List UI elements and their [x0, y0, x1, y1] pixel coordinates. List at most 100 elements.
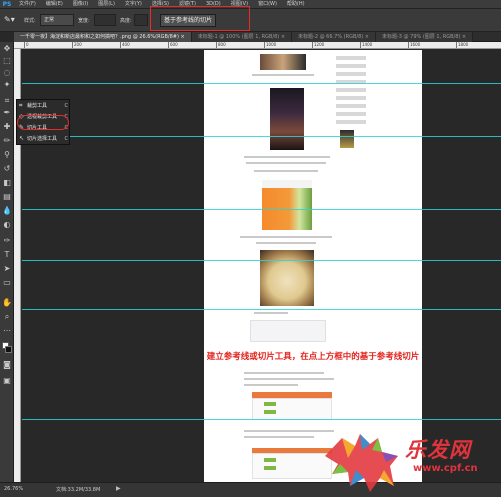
flyout-item-shortcut: C — [64, 103, 69, 109]
background-color-swatch[interactable] — [5, 346, 12, 353]
status-menu-arrow-icon[interactable]: ▶ — [116, 485, 121, 492]
text-line — [254, 312, 288, 314]
lasso-tool-icon[interactable]: ◌ — [2, 68, 12, 78]
gradient-tool-icon[interactable]: ▤ — [2, 192, 12, 202]
eraser-tool-icon[interactable]: ◧ — [2, 178, 12, 188]
sidebar-block — [336, 120, 366, 124]
sidebar-image — [340, 130, 354, 148]
watermark-url: www.cpf.cn — [413, 463, 478, 474]
crop-tool-icon[interactable]: ⌗ — [2, 96, 12, 106]
product-thumbnail-image — [260, 54, 306, 70]
canvas-area[interactable]: 建立参考线或切片工具，在点上方框中的基于参考线切片 — [22, 50, 501, 482]
brush-tool-icon[interactable]: ✏ — [2, 136, 12, 146]
guide-line[interactable] — [22, 209, 501, 210]
move-tool-icon[interactable]: ✥ — [2, 44, 12, 54]
pen-tool-icon[interactable]: ✑ — [2, 236, 12, 246]
guide-button-highlight — [150, 6, 250, 31]
menu-help[interactable]: 帮助(H) — [282, 0, 310, 9]
text-line — [240, 236, 332, 238]
ruler-label: 0 — [24, 42, 29, 48]
path-select-tool-icon[interactable]: ➤ — [2, 264, 12, 274]
ruler-label: 200 — [72, 42, 82, 48]
ruler-label: 400 — [120, 42, 130, 48]
sidebar-block — [336, 104, 366, 108]
guide-line[interactable] — [22, 309, 501, 310]
watermark-text: 乐发网 — [405, 437, 471, 462]
guide-line[interactable] — [22, 260, 501, 261]
sidebar-block — [336, 96, 366, 100]
menu-window[interactable]: 窗口(W) — [253, 0, 282, 9]
flyout-item-crop[interactable]: ⌗ 裁剪工具 C — [17, 101, 71, 111]
eyedropper-tool-icon[interactable]: ✒ — [2, 108, 12, 118]
ruler-label: 1200 — [312, 42, 325, 48]
healing-tool-icon[interactable]: ✚ — [2, 122, 12, 132]
flyout-item-label: 切片选择工具 — [27, 136, 58, 142]
height-label: 高度: — [120, 18, 132, 24]
sidebar-block — [336, 88, 366, 92]
site-watermark: 乐发网 www.cpf.cn — [320, 426, 501, 497]
ruler-label: 1400 — [360, 42, 373, 48]
screen-mode-icon[interactable]: ▣ — [2, 376, 12, 386]
watermark-logo-icon — [325, 434, 398, 492]
shape-tool-icon[interactable]: ▭ — [2, 278, 12, 288]
menu-file[interactable]: 文件(F) — [14, 0, 41, 9]
clone-stamp-tool-icon[interactable]: ⚲ — [2, 150, 12, 160]
zoom-tool-icon[interactable]: ⌕ — [2, 312, 12, 322]
banner-header — [262, 180, 312, 188]
menu-image[interactable]: 图像(I) — [68, 0, 93, 9]
menu-type[interactable]: 文字(Y) — [120, 0, 147, 9]
screenshot-green-tag — [264, 466, 276, 470]
hand-tool-icon[interactable]: ✋ — [2, 298, 12, 308]
type-tool-icon[interactable]: T — [2, 250, 12, 260]
quick-select-tool-icon[interactable]: ✦ — [2, 80, 12, 90]
text-line — [244, 156, 330, 158]
style-select[interactable]: 正常 — [40, 14, 74, 26]
food-photo-image — [260, 250, 314, 306]
text-line — [254, 170, 318, 172]
options-bar: ✎▾ 样式: 正常 宽度: 高度: 基于参考线的切片 — [0, 9, 501, 32]
quick-mask-icon[interactable]: ◙ — [2, 360, 12, 370]
history-brush-tool-icon[interactable]: ↺ — [2, 164, 12, 174]
ruler-horizontal[interactable]: 0 200 400 600 800 1000 1200 1400 1600 18… — [14, 42, 501, 49]
guide-line[interactable] — [22, 136, 501, 137]
flyout-item-slice-select[interactable]: ↖ 切片选择工具 C — [17, 134, 71, 144]
text-line — [244, 372, 324, 374]
ruler-label: 1800 — [456, 42, 469, 48]
menu-bar: PS 文件(F) 编辑(E) 图像(I) 图层(L) 文字(Y) 选择(S) 滤… — [0, 0, 501, 9]
poster-image — [270, 88, 304, 150]
tab-document-4[interactable]: 未标题-3 @ 79% (图层 1, RGB/8) × — [375, 32, 474, 42]
sidebar-block — [336, 64, 366, 68]
document-page[interactable]: 建立参考线或切片工具，在点上方框中的基于参考线切片 — [204, 50, 422, 482]
slice-select-icon: ↖ — [19, 135, 25, 142]
text-line — [246, 162, 326, 164]
document-size: 文档:33.2M/33.8M — [56, 487, 101, 493]
screenshot-panel — [250, 320, 326, 342]
flyout-item-label: 裁剪工具 — [27, 103, 48, 109]
menu-layer[interactable]: 图层(L) — [93, 0, 120, 9]
text-line — [244, 378, 334, 380]
ruler-label: 1600 — [408, 42, 421, 48]
text-line — [244, 384, 298, 386]
screenshot-green-tag — [264, 410, 276, 414]
more-tools-icon[interactable]: ⋯ — [2, 326, 12, 336]
zoom-level[interactable]: 26.76% — [4, 486, 23, 492]
instruction-annotation: 建立参考线或切片工具，在点上方框中的基于参考线切片 — [206, 352, 420, 362]
text-line — [252, 74, 314, 76]
guide-line[interactable] — [22, 419, 501, 420]
tab-document-3[interactable]: 未标题-2 @ 66.7% (RGB/8) × — [292, 32, 376, 42]
width-field[interactable] — [94, 14, 116, 26]
sidebar-block — [336, 56, 366, 60]
slice-icon[interactable]: ✎▾ — [4, 15, 18, 25]
guide-line[interactable] — [22, 83, 501, 84]
dodge-tool-icon[interactable]: ◐ — [2, 220, 12, 230]
tab-document-1[interactable]: 一千零一夜】海淀和新店最积和之如何搞吧？.png @ 26.6%(RGB/8#)… — [14, 32, 192, 42]
ruler-label: 800 — [216, 42, 226, 48]
photoshop-logo: PS — [2, 0, 12, 8]
tab-document-2[interactable]: 未标题-1 @ 100% (图层 1, RGB/8) × — [191, 32, 293, 42]
height-field[interactable] — [134, 14, 148, 26]
flyout-item-shortcut: C — [64, 136, 69, 142]
menu-edit[interactable]: 编辑(E) — [41, 0, 68, 9]
blur-tool-icon[interactable]: 💧 — [2, 206, 12, 216]
screenshot-green-tag — [264, 402, 276, 406]
marquee-tool-icon[interactable]: ⬚ — [2, 56, 12, 66]
